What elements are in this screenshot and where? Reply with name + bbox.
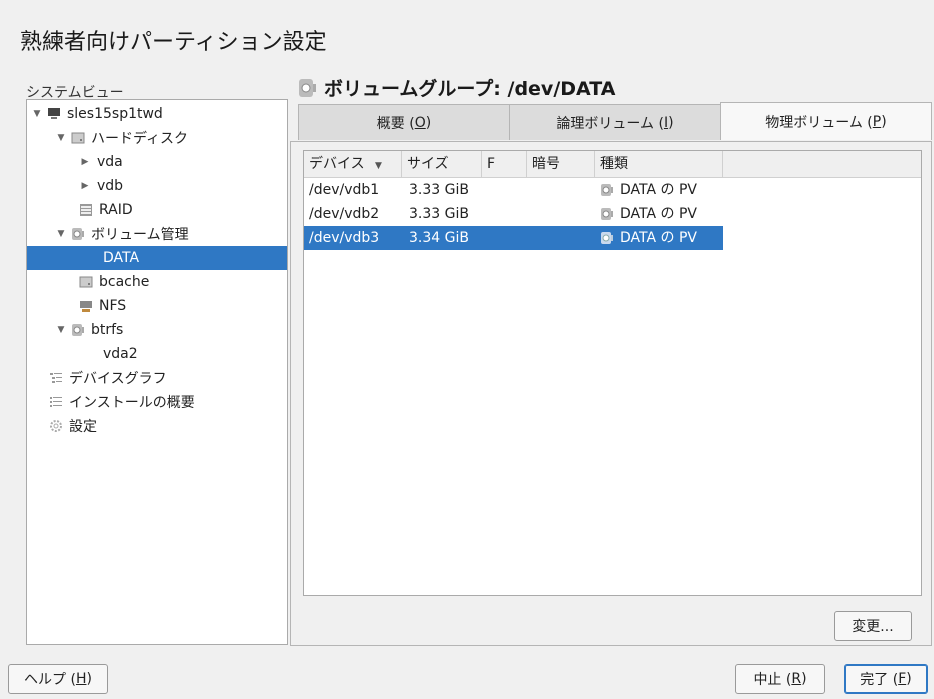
volume-group-header: ボリュームグループ: /dev/DATA [298, 74, 615, 101]
sort-arrow-icon: ▼ [375, 161, 382, 171]
system-view-tree[interactable]: ▼ sles15sp1twd ▼ ハードディスク ▶ vda ▶ vdb RAI… [26, 99, 288, 645]
tree-item-raid[interactable]: RAID [27, 198, 287, 222]
tree-item-label: NFS [99, 298, 127, 314]
physical-volumes-panel: デバイス ▼ サイズ F 暗号 種類 /dev/vdb1 3.33 GiB DA… [290, 141, 932, 646]
tree-item-label: bcache [99, 274, 150, 290]
table-row[interactable]: /dev/vdb1 3.33 GiB DATA の PV [304, 178, 723, 202]
settings-gear-icon [49, 419, 63, 433]
btrfs-icon [71, 323, 85, 337]
tree-item-device-graph[interactable]: デバイスグラフ [27, 366, 287, 390]
install-summary-icon [49, 395, 63, 409]
tab-bar: 概要 (O) 論理ボリューム (I) 物理ボリューム (P) [290, 102, 932, 142]
column-header-encryption[interactable]: 暗号 [527, 151, 595, 177]
physical-volumes-table[interactable]: デバイス ▼ サイズ F 暗号 種類 /dev/vdb1 3.33 GiB DA… [303, 150, 922, 596]
tree-item-bcache[interactable]: bcache [27, 270, 287, 294]
abort-button[interactable]: 中止 (R) [735, 664, 825, 694]
tree-item-label: デバイスグラフ [69, 371, 167, 387]
cell-type: DATA の PV [595, 226, 723, 250]
tree-item-install-summary[interactable]: インストールの概要 [27, 390, 287, 414]
device-graph-icon [49, 371, 63, 385]
cell-size: 3.34 GiB [409, 230, 469, 246]
expand-arrow-icon[interactable]: ▼ [55, 229, 67, 239]
expand-arrow-icon[interactable]: ▼ [55, 325, 67, 335]
window-title: 熟練者向けパーティション設定 [20, 30, 327, 55]
computer-icon [47, 107, 61, 121]
tree-item-label: 設定 [69, 419, 97, 435]
cell-device: /dev/vdb1 [309, 182, 380, 198]
volume-icon [600, 183, 614, 197]
tree-item-label: DATA [103, 250, 140, 266]
cell-size: 3.33 GiB [409, 206, 469, 222]
modify-button[interactable]: 変更... [834, 611, 912, 641]
cell-device: /dev/vdb3 [309, 230, 380, 246]
column-header-device[interactable]: デバイス ▼ [304, 151, 402, 177]
tree-item-label: vda [97, 154, 123, 170]
cell-size: 3.33 GiB [409, 182, 469, 198]
tree-item-label: vdb [97, 178, 124, 194]
tree-item-label: btrfs [91, 322, 124, 338]
tree-item-label: インストールの概要 [69, 395, 195, 411]
expand-arrow-icon[interactable]: ▼ [31, 109, 43, 119]
finish-button[interactable]: 完了 (F) [844, 664, 928, 694]
volume-icon [71, 227, 85, 241]
tree-item-vdb[interactable]: ▶ vdb [27, 174, 287, 198]
tab-physical-volumes[interactable]: 物理ボリューム (P) [720, 102, 932, 140]
tree-item-nfs[interactable]: NFS [27, 294, 287, 318]
tree-item-volume-management[interactable]: ▼ ボリューム管理 [27, 222, 287, 246]
tree-item-harddisk[interactable]: ▼ ハードディスク [27, 126, 287, 150]
table-row[interactable]: /dev/vdb2 3.33 GiB DATA の PV [304, 202, 723, 226]
volume-group-icon [298, 78, 318, 98]
tree-item-vda[interactable]: ▶ vda [27, 150, 287, 174]
nfs-icon [79, 299, 93, 313]
raid-icon [79, 203, 93, 217]
expand-arrow-icon[interactable]: ▼ [55, 133, 67, 143]
tree-item-label: RAID [99, 202, 133, 218]
tree-item-vda2[interactable]: vda2 [27, 342, 287, 366]
tab-overview[interactable]: 概要 (O) [298, 104, 510, 140]
table-header: デバイス ▼ サイズ F 暗号 種類 [304, 151, 921, 178]
harddisk-icon [71, 131, 85, 145]
tree-item-data[interactable]: DATA [27, 246, 287, 270]
expand-arrow-icon[interactable]: ▶ [79, 157, 91, 167]
tree-item-label: ハードディスク [91, 131, 189, 147]
volume-group-title: ボリュームグループ: /dev/DATA [324, 78, 616, 100]
cell-type: DATA の PV [595, 202, 723, 226]
tree-item-label: ボリューム管理 [91, 227, 189, 243]
tree-item-settings[interactable]: 設定 [27, 414, 287, 438]
column-header-type[interactable]: 種類 [595, 151, 723, 177]
tree-item-label: sles15sp1twd [67, 106, 163, 122]
tree-item-label: vda2 [103, 346, 138, 362]
tab-logical-volumes[interactable]: 論理ボリューム (I) [509, 104, 721, 140]
column-header-f[interactable]: F [482, 151, 527, 177]
bcache-icon [79, 275, 93, 289]
table-row-selected[interactable]: /dev/vdb3 3.34 GiB DATA の PV [304, 226, 723, 250]
cell-type: DATA の PV [595, 178, 723, 202]
cell-device: /dev/vdb2 [309, 206, 380, 222]
column-header-size[interactable]: サイズ [402, 151, 482, 177]
tree-item-btrfs[interactable]: ▼ btrfs [27, 318, 287, 342]
tree-item-sles15sp1twd[interactable]: ▼ sles15sp1twd [27, 102, 287, 126]
help-button[interactable]: ヘルプ (H) [8, 664, 108, 694]
volume-icon [600, 231, 614, 245]
expand-arrow-icon[interactable]: ▶ [79, 181, 91, 191]
volume-icon [600, 207, 614, 221]
